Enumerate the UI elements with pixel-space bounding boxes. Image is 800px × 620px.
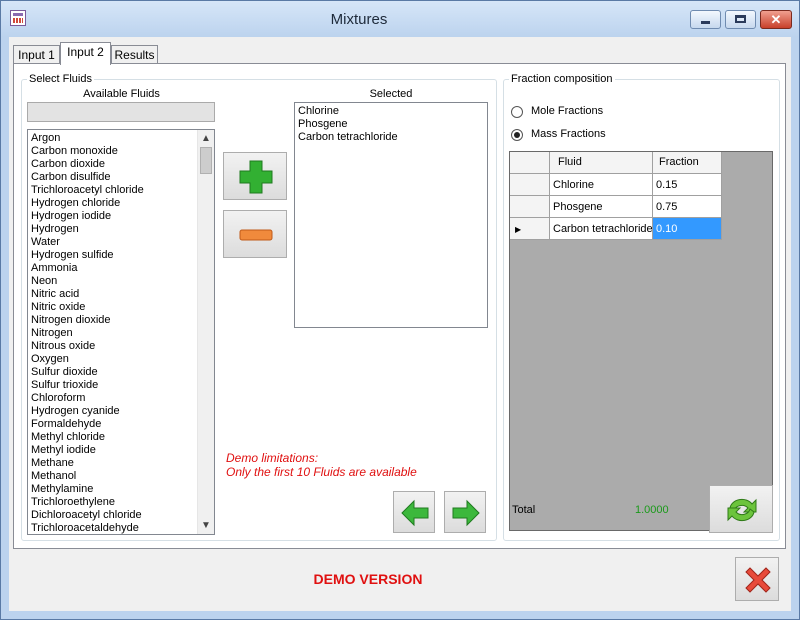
recalculate-button[interactable] [709, 485, 773, 533]
maximize-button[interactable] [725, 10, 756, 29]
available-fluid-item[interactable]: Methyl iodide [28, 444, 214, 457]
available-fluid-item[interactable]: Methyl chloride [28, 431, 214, 444]
total-label: Total [512, 504, 536, 516]
selected-fluid-item[interactable]: Phosgene [295, 118, 487, 131]
fraction-cell[interactable]: 0.10 [653, 218, 722, 240]
available-fluid-item[interactable]: Sulfur trioxide [28, 379, 214, 392]
window-title: Mixtures [330, 11, 388, 28]
available-fluid-item[interactable]: Argon [28, 132, 214, 145]
next-button[interactable] [444, 491, 486, 533]
add-fluid-button[interactable] [223, 152, 287, 200]
available-fluid-item[interactable]: Methylamine [28, 483, 214, 496]
available-fluid-item[interactable]: Hydrogen chloride [28, 197, 214, 210]
mole-fractions-label[interactable]: Mole Fractions [531, 105, 603, 117]
cancel-button[interactable] [735, 557, 779, 601]
grid-corner [510, 152, 550, 174]
available-fluid-item[interactable]: Hydrogen cyanide [28, 405, 214, 418]
available-fluids-list[interactable]: Argon Carbon monoxide Carbon dioxide Carbon… [27, 129, 215, 535]
available-fluid-item[interactable]: Nitrogen [28, 327, 214, 340]
available-fluid-item[interactable]: Trichloroethylene [28, 496, 214, 509]
scroll-down-icon[interactable]: ▼ [198, 517, 214, 534]
grid-row[interactable]: Phosgene 0.75 [510, 196, 722, 218]
radio-mass-icon[interactable] [511, 129, 523, 141]
fraction-grid[interactable]: Fluid Fraction Chlorine 0.15 Phosgene 0.75 ▶… [509, 151, 773, 531]
selected-fluid-item[interactable]: Carbon tetrachloride [295, 131, 487, 144]
total-value: 1.0000 [635, 504, 669, 516]
fluid-cell[interactable]: Phosgene [550, 196, 653, 218]
refresh-icon [727, 498, 757, 522]
available-fluid-item[interactable]: Carbon dioxide [28, 158, 214, 171]
grid-row[interactable]: Chlorine 0.15 [510, 174, 722, 196]
available-fluid-item[interactable]: Trichloroacetyl chloride [28, 184, 214, 197]
fluid-cell[interactable]: Chlorine [550, 174, 653, 196]
radio-mole-icon[interactable] [511, 106, 523, 118]
tab-input-2[interactable]: Input 2 [60, 42, 111, 65]
fluid-cell[interactable]: Carbon tetrachloride [550, 218, 653, 240]
available-fluid-item[interactable]: Nitrogen dioxide [28, 314, 214, 327]
scroll-up-icon[interactable]: ▲ [198, 130, 214, 147]
scroll-thumb[interactable] [200, 147, 212, 174]
tab-input-1[interactable]: Input 1 [13, 45, 60, 65]
available-list-scrollbar[interactable]: ▲ ▼ [197, 130, 214, 534]
demo-limitations-text: Only the first 10 Fluids are available [226, 465, 417, 479]
previous-button[interactable] [393, 491, 435, 533]
fraction-cell[interactable]: 0.15 [653, 174, 722, 196]
arrow-left-icon [401, 499, 429, 527]
available-fluid-item[interactable]: Oxygen [28, 353, 214, 366]
fluid-filter-field[interactable] [27, 102, 215, 122]
available-fluid-item[interactable]: Nitric oxide [28, 301, 214, 314]
column-header-fluid[interactable]: Fluid [550, 152, 653, 174]
demo-limitations-label: Demo limitations: [226, 451, 319, 465]
available-fluid-item[interactable]: Hydrogen sulfide [28, 249, 214, 262]
remove-fluid-button[interactable] [223, 210, 287, 258]
title-bar: Mixtures ✕ [1, 1, 799, 37]
selected-fluid-item[interactable]: Chlorine [295, 105, 487, 118]
available-fluid-item[interactable]: Chloroform [28, 392, 214, 405]
available-fluid-item[interactable]: Formaldehyde [28, 418, 214, 431]
minus-icon [239, 229, 273, 241]
available-fluid-item[interactable]: Hydrogen [28, 223, 214, 236]
available-fluid-item[interactable]: Nitric acid [28, 288, 214, 301]
available-fluid-item[interactable]: Carbon monoxide [28, 145, 214, 158]
select-fluids-title: Select Fluids [27, 72, 94, 86]
row-header[interactable] [510, 174, 550, 196]
cancel-x-icon [745, 567, 771, 593]
mass-fractions-label[interactable]: Mass Fractions [531, 128, 606, 140]
plus-icon [239, 160, 273, 194]
available-fluid-item[interactable]: Hydrogen iodide [28, 210, 214, 223]
available-fluid-item[interactable]: Nitrous oxide [28, 340, 214, 353]
minimize-button[interactable] [690, 10, 721, 29]
selected-fluids-list[interactable]: Chlorine Phosgene Carbon tetrachloride [294, 102, 488, 328]
available-fluid-item[interactable]: Ammonia [28, 262, 214, 275]
column-header-fraction[interactable]: Fraction [653, 152, 722, 174]
row-header[interactable]: ▶ [510, 218, 550, 240]
available-fluid-item[interactable]: Dichloroacetyl chloride [28, 509, 214, 522]
grid-header: Fluid Fraction [510, 152, 722, 174]
demo-version-label: DEMO VERSION [313, 571, 423, 587]
row-pointer-icon: ▶ [515, 225, 522, 234]
available-fluid-item[interactable]: Methanol [28, 470, 214, 483]
available-fluid-item[interactable]: Sulfur dioxide [28, 366, 214, 379]
available-fluid-item[interactable]: Methane [28, 457, 214, 470]
available-fluid-item[interactable]: Trichloroacetaldehyde [28, 522, 214, 534]
mixtures-window: Mixtures ✕ Input 1 Input 2 Results Selec… [0, 0, 800, 620]
arrow-right-icon [452, 499, 480, 527]
row-header[interactable] [510, 196, 550, 218]
fraction-composition-title: Fraction composition [509, 72, 615, 86]
selected-label: Selected [369, 88, 413, 100]
fraction-cell[interactable]: 0.75 [653, 196, 722, 218]
available-fluids-label: Available Fluids [83, 88, 160, 100]
close-button[interactable]: ✕ [760, 10, 792, 29]
grid-row[interactable]: ▶ Carbon tetrachloride 0.10 [510, 218, 722, 240]
tab-results[interactable]: Results [111, 45, 158, 65]
available-fluid-item[interactable]: Carbon disulfide [28, 171, 214, 184]
available-fluid-item[interactable]: Neon [28, 275, 214, 288]
available-fluid-item[interactable]: Water [28, 236, 214, 249]
